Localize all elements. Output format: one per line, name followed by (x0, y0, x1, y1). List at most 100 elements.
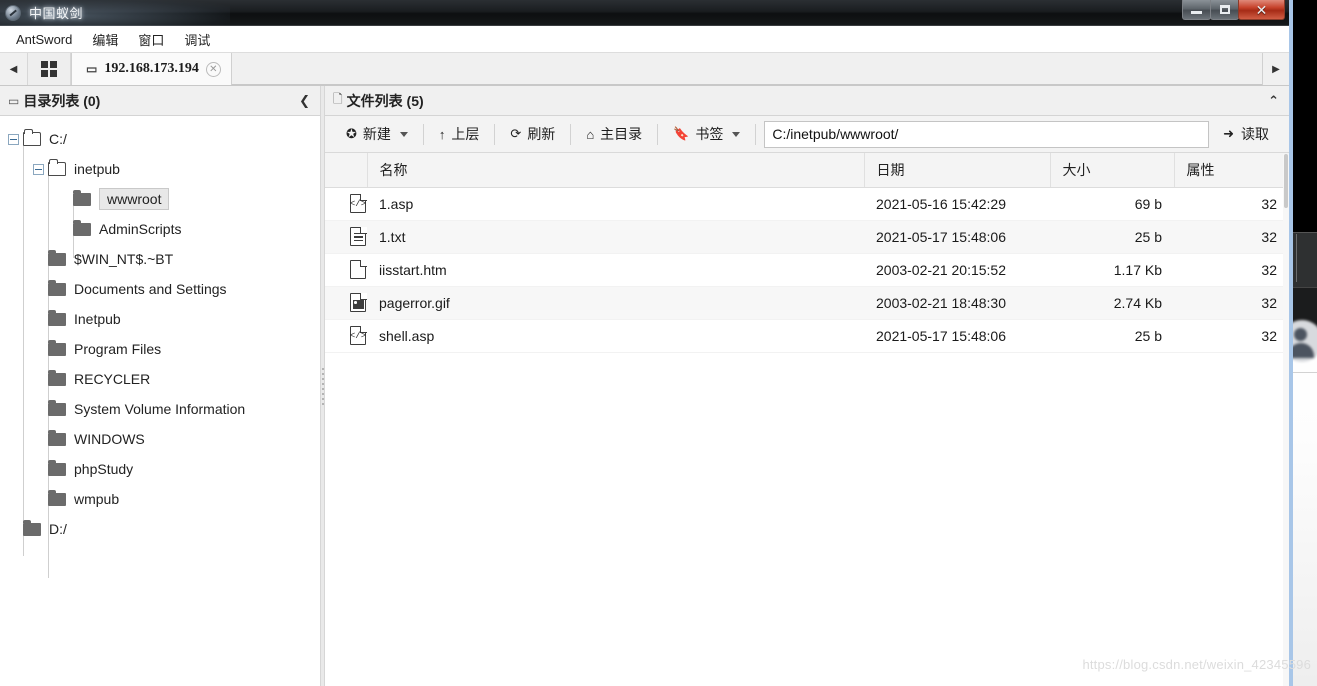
tree-item-program-files[interactable]: Program Files (0, 334, 320, 364)
tree-item-documents-and-settings[interactable]: Documents and Settings (0, 274, 320, 304)
file-list-panel-header: 🗋 文件列表 (5) ⌃ (325, 86, 1289, 116)
tree-item-label: Documents and Settings (74, 281, 227, 297)
menu-item-edit[interactable]: 编辑 (82, 26, 128, 53)
directory-panel-header: ▭ 目录列表 (0) ❮ (0, 86, 320, 116)
menu-item-debug[interactable]: 调试 (174, 26, 220, 53)
tab-192-168-173-194[interactable]: ▭ 192.168.173.194 ✕ (71, 53, 232, 85)
folder-icon (48, 459, 66, 476)
new-button-label: 新建 (362, 126, 391, 142)
minimize-button[interactable] (1182, 0, 1211, 20)
tree-item-phpstudy[interactable]: phpStudy (0, 454, 320, 484)
folder-icon (48, 279, 66, 296)
file-name-cell: 1.asp (367, 187, 864, 221)
table-row[interactable]: </> shell.asp 2021-05-17 15:48:06 25 b 3… (325, 319, 1289, 353)
read-button[interactable]: ➜ 读取 (1215, 121, 1281, 147)
close-button[interactable]: ✕ (1238, 0, 1285, 20)
collapse-up-chevron-icon[interactable]: ⌃ (1268, 93, 1279, 109)
home-button[interactable]: ⌂ 主目录 (573, 121, 655, 147)
tree-item-d-drive[interactable]: D:/ (0, 514, 320, 544)
tree-item-windows[interactable]: WINDOWS (0, 424, 320, 454)
window-titlebar: 中国蚁剑 ✕ (0, 0, 1289, 26)
table-row[interactable]: iisstart.htm 2003-02-21 20:15:52 1.17 Kb… (325, 253, 1289, 287)
file-date-cell: 2021-05-16 15:42:29 (864, 187, 1050, 221)
code-file-icon: </> (337, 325, 367, 345)
tree-item-win-nt-bt[interactable]: $WIN_NT$.~BT (0, 244, 320, 274)
file-icon-cell (325, 286, 367, 320)
tree-item-inetpub-2[interactable]: Inetpub (0, 304, 320, 334)
new-button[interactable]: ✪ 新建 (333, 121, 421, 147)
folder-icon (48, 429, 66, 446)
file-list-panel-title: 文件列表 (5) (346, 92, 424, 109)
plus-circle-icon: ✪ (346, 126, 357, 141)
folder-icon (23, 519, 41, 536)
folder-icon (48, 309, 66, 326)
attr-column-header[interactable]: 属性 (1173, 153, 1289, 188)
tab-close-icon[interactable]: ✕ (205, 61, 221, 77)
tree-item-label: inetpub (74, 161, 120, 177)
refresh-button[interactable]: ⟳ 刷新 (497, 121, 568, 147)
folder-icon (48, 249, 66, 266)
grid-icon (41, 61, 57, 77)
file-size-cell: 25 b (1050, 319, 1174, 353)
menu-item-antsword[interactable]: AntSword (6, 28, 82, 51)
tree-collapse-toggle-icon[interactable] (8, 133, 19, 145)
folder-icon (48, 369, 66, 386)
table-row[interactable]: </> 1.asp 2021-05-16 15:42:29 69 b 32 (325, 187, 1289, 221)
tree-item-label: $WIN_NT$.~BT (74, 251, 174, 267)
file-attr-cell: 32 (1174, 220, 1289, 254)
table-row[interactable]: pagerror.gif 2003-02-21 18:48:30 2.74 Kb… (325, 286, 1289, 320)
directory-panel-title: 目录列表 (0) (23, 92, 101, 109)
read-button-label: 读取 (1241, 126, 1269, 142)
tree-item-system-volume-information[interactable]: System Volume Information (0, 394, 320, 424)
tree-item-c-drive[interactable]: C:/ (0, 124, 320, 154)
file-attr-cell: 32 (1174, 319, 1289, 353)
window-title: 中国蚁剑 (29, 6, 84, 21)
image-file-icon (337, 292, 367, 312)
folder-open-icon (23, 129, 41, 146)
path-input[interactable] (764, 120, 1210, 148)
file-attr-cell: 32 (1174, 253, 1289, 287)
collapse-left-chevron-icon[interactable]: ❮ (299, 93, 310, 109)
toolbar-separator (422, 123, 424, 145)
refresh-button-label: 刷新 (527, 126, 556, 142)
tree-item-label: Program Files (74, 341, 162, 357)
home-button-label: 主目录 (600, 126, 643, 142)
file-list-scrollbar-thumb[interactable] (1284, 154, 1288, 208)
directory-tree[interactable]: C:/ inetpub wwwroot AdminScripts $WIN_NT… (0, 116, 320, 686)
folder-icon (73, 189, 91, 206)
arrow-right-icon: ➜ (1223, 126, 1234, 141)
file-date-cell: 2003-02-21 18:48:30 (864, 286, 1050, 320)
tree-item-label: RECYCLER (74, 371, 151, 387)
file-icon-column-header (325, 153, 367, 188)
tree-item-label: Inetpub (74, 311, 121, 327)
size-column-header[interactable]: 大小 (1049, 153, 1174, 188)
bookmark-button-label: 书签 (695, 126, 724, 142)
chevron-down-icon[interactable] (399, 131, 408, 137)
tree-item-wmpub[interactable]: wmpub (0, 484, 320, 514)
chevron-down-icon[interactable] (732, 131, 741, 137)
compass-icon (5, 4, 21, 21)
file-size-cell: 25 b (1050, 220, 1174, 254)
antsword-main-window: 中国蚁剑 ✕ AntSword 编辑 窗口 调试 ◀ ▭ 192.168.173… (0, 0, 1293, 686)
tree-item-recycler[interactable]: RECYCLER (0, 364, 320, 394)
tab-grid-view-button[interactable] (27, 53, 71, 85)
tree-item-wwwroot[interactable]: wwwroot (0, 184, 320, 214)
name-column-header[interactable]: 名称 (366, 153, 864, 188)
tab-scroll-right-button[interactable]: ▶ (1262, 53, 1289, 85)
tree-item-inetpub[interactable]: inetpub (0, 154, 320, 184)
table-row[interactable]: 1.txt 2021-05-17 15:48:06 25 b 32 (325, 220, 1289, 254)
tree-collapse-toggle-icon[interactable] (33, 163, 44, 175)
maximize-button[interactable] (1210, 0, 1239, 20)
file-size-cell: 69 b (1050, 187, 1174, 221)
tree-item-adminscripts[interactable]: AdminScripts (0, 214, 320, 244)
menu-item-window[interactable]: 窗口 (128, 26, 174, 53)
up-button[interactable]: ↑ 上层 (426, 121, 493, 147)
tree-item-label: wmpub (74, 491, 120, 507)
bookmark-button[interactable]: 🔖 书签 (660, 121, 753, 147)
tab-label: 192.168.173.194 (104, 61, 199, 76)
file-table-container[interactable]: 名称 日期 大小 属性 </> 1.asp 2021-05-16 15:42:2… (325, 153, 1289, 686)
date-column-header[interactable]: 日期 (863, 153, 1050, 188)
file-list-scrollbar[interactable] (1283, 154, 1289, 686)
tab-scroll-left-button[interactable]: ◀ (0, 53, 27, 85)
watermark-text: https://blog.csdn.net/weixin_42345596 (1082, 657, 1311, 672)
